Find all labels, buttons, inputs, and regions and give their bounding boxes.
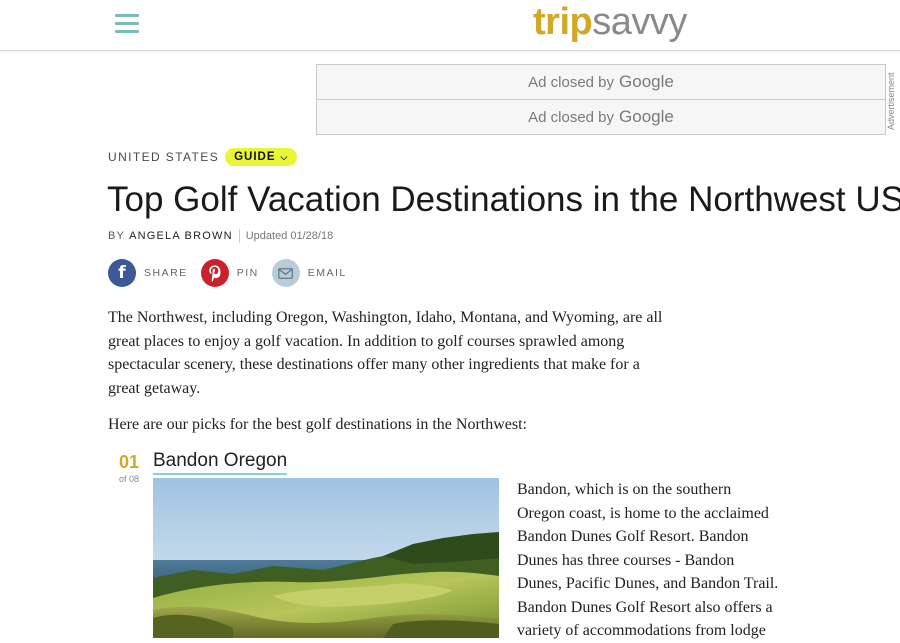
page-title: Top Golf Vacation Destinations in the No… — [107, 180, 900, 219]
item-of-total: of 08 — [118, 474, 140, 484]
list-item-title-link[interactable]: Bandon Oregon — [153, 449, 288, 475]
site-logo[interactable]: tripsavvy — [533, 0, 687, 46]
site-header: tripsavvy — [0, 0, 900, 51]
ad-slot-2: Ad closed by Google — [316, 99, 886, 135]
intro-paragraph: The Northwest, including Oregon, Washing… — [108, 309, 663, 397]
byline-by: BY — [108, 230, 126, 242]
chevron-down-icon: ⌵ — [280, 151, 289, 162]
guide-dropdown-button[interactable]: GUIDE ⌵ — [225, 148, 298, 166]
updated-date: Updated 01/28/18 — [245, 230, 334, 242]
item-index: 01 — [118, 452, 140, 472]
logo-trip: trip — [533, 1, 593, 43]
social-share-bar: f SHARE PIN EMAIL — [108, 259, 360, 287]
logo-savvy: savvy — [592, 1, 687, 43]
bandon-golf-photo[interactable] — [153, 478, 499, 638]
email-label: EMAIL — [307, 267, 347, 279]
share-label: SHARE — [144, 267, 188, 279]
pin-button[interactable]: PIN — [200, 259, 259, 287]
breadcrumb: UNITED STATES GUIDE ⌵ — [108, 148, 298, 166]
ad-closed-text: Ad closed by — [528, 108, 615, 126]
menu-icon[interactable] — [115, 12, 139, 34]
advertisement-label: Advertisement — [886, 72, 896, 130]
byline-divider — [238, 229, 240, 243]
email-icon — [271, 259, 300, 287]
list-item-number: 01 of 08 — [115, 452, 143, 484]
google-wordmark: Google — [619, 72, 674, 91]
breadcrumb-category-link[interactable]: UNITED STATES — [108, 150, 219, 164]
google-wordmark: Google — [619, 107, 674, 126]
author-link[interactable]: ANGELA BROWN — [129, 230, 233, 242]
pinterest-icon — [200, 259, 229, 287]
ad-closed-text: Ad closed by — [528, 73, 615, 91]
list-item-description: Bandon, which is on the southern Oregon … — [517, 481, 779, 639]
guide-label: GUIDE — [234, 151, 276, 163]
share-button[interactable]: f SHARE — [108, 259, 188, 287]
byline: BY ANGELA BROWN Updated 01/28/18 — [108, 229, 333, 243]
facebook-icon: f — [108, 259, 136, 287]
pin-label: PIN — [236, 267, 259, 279]
picks-paragraph: Here are our picks for the best golf des… — [108, 416, 527, 433]
ad-slot-1: Ad closed by Google — [316, 64, 886, 100]
email-button[interactable]: EMAIL — [271, 259, 347, 287]
